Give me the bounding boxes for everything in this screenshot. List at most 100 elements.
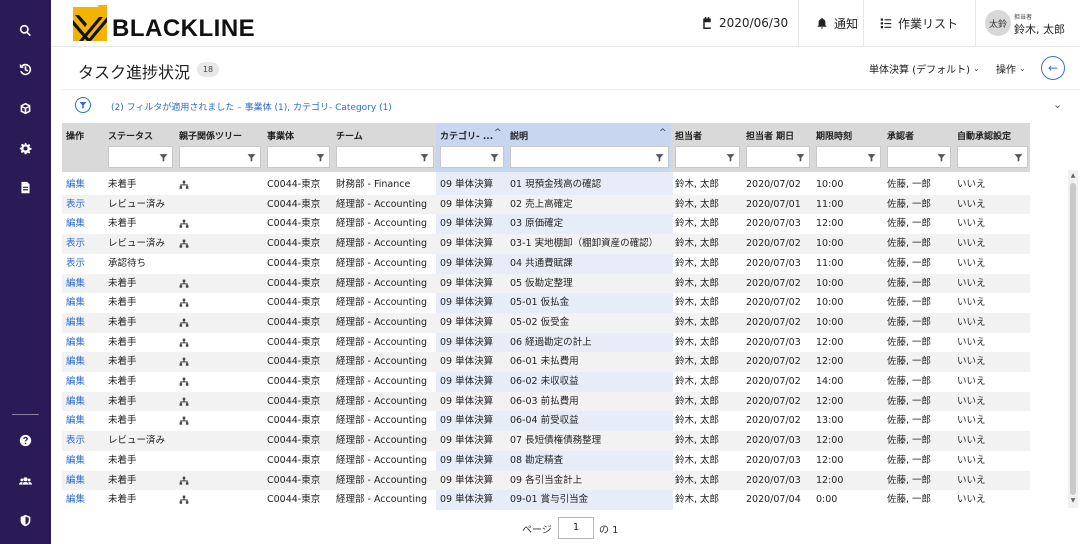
actions-dropdown[interactable]: 操作 ⌄ xyxy=(996,61,1026,76)
worklist-button[interactable]: 作業リスト xyxy=(880,0,958,46)
filter-icon[interactable] xyxy=(75,97,91,113)
cell-action[interactable]: 編集 xyxy=(66,411,102,431)
gear-icon[interactable] xyxy=(0,136,51,160)
help-icon[interactable] xyxy=(0,428,51,452)
hierarchy-tree-icon[interactable] xyxy=(179,298,189,308)
table-row[interactable]: 編集 未着手 C0044-東京 経理部 - Accounting 09 単体決算 06-0… xyxy=(62,372,1030,392)
cell-tree[interactable] xyxy=(179,175,261,195)
page-number-input[interactable]: 1 xyxy=(558,517,594,539)
table-row[interactable]: 編集 未着手 C0044-東京 経理部 - Accounting 09 単体決算 06-0… xyxy=(62,391,1030,412)
cell-action[interactable]: 編集 xyxy=(66,372,102,392)
table-row[interactable]: 編集 未着手 C0044-東京 財務部 - Finance 09 単体決算 01 現預金残… xyxy=(62,175,1030,195)
hierarchy-tree-icon[interactable] xyxy=(179,180,189,190)
hierarchy-tree-icon[interactable] xyxy=(179,338,189,348)
cell-tree[interactable] xyxy=(179,274,261,294)
cell-action[interactable]: 編集 xyxy=(66,471,102,491)
cell-tree[interactable] xyxy=(179,293,261,313)
history-icon[interactable] xyxy=(0,57,51,81)
cell-action[interactable]: 編集 xyxy=(66,490,102,510)
document-icon[interactable] xyxy=(0,175,51,199)
column-header-due-date[interactable]: 担当者 期日 xyxy=(742,123,812,172)
filter-icon[interactable] xyxy=(726,153,735,162)
table-row[interactable]: 表示 レビュー済み C0044-東京 経理部 - Accounting 09 単体決算 0… xyxy=(62,431,1030,451)
column-header-tree[interactable]: 親子関係ツリー xyxy=(175,123,263,172)
table-row[interactable]: 編集 未着手 C0044-東京 経理部 - Accounting 09 単体決算 05-0… xyxy=(62,293,1030,313)
table-row[interactable]: 編集 未着手 C0044-東京 経理部 - Accounting 09 単体決算 05 仮… xyxy=(62,273,1030,294)
cell-tree[interactable] xyxy=(179,234,261,254)
cell-tree[interactable] xyxy=(179,372,261,392)
hierarchy-tree-icon[interactable] xyxy=(179,318,189,328)
cell-tree[interactable] xyxy=(179,352,261,372)
filter-icon[interactable] xyxy=(159,153,168,162)
column-filter-input[interactable] xyxy=(267,146,330,168)
cell-action[interactable]: 表示 xyxy=(66,431,102,451)
cell-action[interactable]: 編集 xyxy=(66,352,102,372)
column-filter-input[interactable] xyxy=(179,146,261,168)
column-header-approver[interactable]: 承認者 xyxy=(883,123,953,172)
column-header-status[interactable]: ステータス xyxy=(104,123,175,172)
cell-tree[interactable] xyxy=(179,490,261,510)
column-filter-input[interactable] xyxy=(336,146,434,168)
cell-tree[interactable] xyxy=(179,392,261,412)
column-header-assignee[interactable]: 担当者 xyxy=(671,123,742,172)
cell-tree[interactable] xyxy=(179,471,261,491)
cell-action[interactable]: 表示 xyxy=(66,234,102,254)
hierarchy-tree-icon[interactable] xyxy=(179,416,189,426)
table-row[interactable]: 編集 未着手 C0044-東京 経理部 - Accounting 09 単体決算 06-0… xyxy=(62,352,1030,372)
table-row[interactable]: 編集 未着手 C0044-東京 経理部 - Accounting 09 単体決算 06-0… xyxy=(62,411,1030,431)
scroll-up-icon[interactable]: ▲ xyxy=(1068,172,1078,179)
cell-tree[interactable] xyxy=(179,313,261,333)
cell-action[interactable]: 編集 xyxy=(66,214,102,234)
user-name[interactable]: 鈴木, 太郎 xyxy=(1014,21,1065,37)
filter-icon[interactable] xyxy=(867,153,876,162)
column-header-auto-approve[interactable]: 自動承認設定 xyxy=(953,123,1030,172)
table-row[interactable]: 編集 未着手 C0044-東京 経理部 - Accounting 09 単体決算 08 勘… xyxy=(62,451,1030,471)
cell-action[interactable]: 編集 xyxy=(66,175,102,195)
column-filter-input[interactable] xyxy=(440,146,504,168)
filter-icon[interactable] xyxy=(490,153,499,162)
sort-ascending-icon[interactable]: ^ xyxy=(659,128,667,138)
table-row[interactable]: 表示 レビュー済み C0044-東京 経理部 - Accounting 09 単体決算 0… xyxy=(62,234,1030,254)
column-header-action[interactable]: 操作 xyxy=(62,123,104,172)
column-header-description[interactable]: 説明 ^ xyxy=(506,123,671,172)
cell-action[interactable]: 編集 xyxy=(66,392,102,412)
scroll-down-icon[interactable]: ▼ xyxy=(1068,497,1078,504)
filter-icon[interactable] xyxy=(247,153,256,162)
column-filter-input[interactable] xyxy=(510,146,669,168)
column-filter-input[interactable] xyxy=(887,146,951,168)
filter-icon[interactable] xyxy=(420,153,429,162)
hierarchy-tree-icon[interactable] xyxy=(179,239,189,249)
cell-tree[interactable] xyxy=(179,214,261,234)
chevron-down-icon[interactable]: ⌄ xyxy=(1053,98,1062,111)
hierarchy-tree-icon[interactable] xyxy=(179,357,189,367)
table-row[interactable]: 編集 未着手 C0044-東京 経理部 - Accounting 09 単体決算 03 原… xyxy=(62,214,1030,234)
scrollbar-thumb[interactable] xyxy=(1070,183,1076,495)
hierarchy-tree-icon[interactable] xyxy=(179,377,189,387)
cell-action[interactable]: 編集 xyxy=(66,274,102,294)
filter-icon[interactable] xyxy=(1014,153,1023,162)
column-header-team[interactable]: チーム xyxy=(332,123,436,172)
filter-icon[interactable] xyxy=(655,153,664,162)
column-filter-input[interactable] xyxy=(816,146,881,168)
sort-ascending-icon[interactable]: ^ xyxy=(494,128,502,138)
column-header-due-time[interactable]: 期限時刻 xyxy=(812,123,883,172)
column-filter-input[interactable] xyxy=(108,146,173,168)
table-row[interactable]: 編集 未着手 C0044-東京 経理部 - Accounting 09 単体決算 09 各… xyxy=(62,470,1030,491)
back-button[interactable]: ← xyxy=(1041,56,1065,80)
hierarchy-tree-icon[interactable] xyxy=(179,219,189,229)
cube-icon[interactable] xyxy=(0,96,51,120)
avatar[interactable]: 太鈴 xyxy=(985,10,1011,36)
view-dropdown[interactable]: 単体決算 (デフォルト) ⌄ xyxy=(869,61,980,76)
search-icon[interactable] xyxy=(0,18,51,42)
hierarchy-tree-icon[interactable] xyxy=(179,476,189,486)
filter-summary-link[interactable]: (2) フィルタが適用されました – 事業体 (1), カテゴリ- Catego… xyxy=(111,100,392,113)
hierarchy-tree-icon[interactable] xyxy=(179,279,189,289)
table-row[interactable]: 表示 承認待ち C0044-東京 経理部 - Accounting 09 単体決算 04 … xyxy=(62,254,1030,274)
filter-icon[interactable] xyxy=(316,153,325,162)
column-filter-input[interactable] xyxy=(746,146,810,168)
cell-action[interactable]: 編集 xyxy=(66,451,102,471)
table-row[interactable]: 編集 未着手 C0044-東京 経理部 - Accounting 09 単体決算 06 経… xyxy=(62,333,1030,353)
notifications-button[interactable]: 通知 xyxy=(816,0,858,46)
hierarchy-tree-icon[interactable] xyxy=(179,495,189,505)
cell-action[interactable]: 編集 xyxy=(66,333,102,353)
